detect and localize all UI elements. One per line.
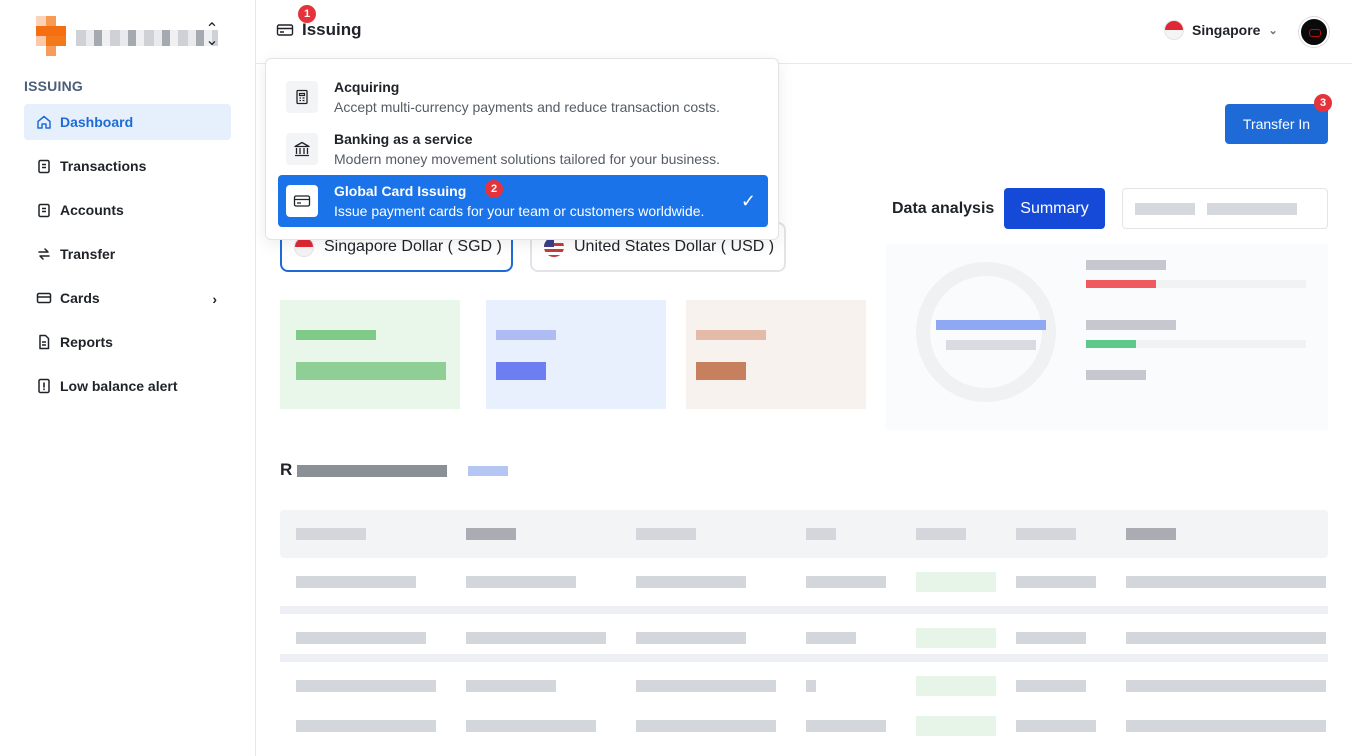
region-selector[interactable]: Singapore ⌄ xyxy=(1164,20,1278,40)
step-badge-2: 2 xyxy=(485,180,503,198)
product-dropdown-menu: Acquiring Accept multi-currency payments… xyxy=(265,58,779,240)
clipboard-icon xyxy=(38,203,50,218)
us-flag-icon xyxy=(544,237,564,257)
recent-transactions-table xyxy=(280,510,1328,750)
region-label: Singapore xyxy=(1192,22,1261,38)
section-label: ISSUING xyxy=(24,78,83,94)
alert-icon xyxy=(38,378,50,394)
workspace-name xyxy=(76,30,218,46)
table-row[interactable] xyxy=(280,606,1328,654)
sidebar-item-label: Transfer xyxy=(60,246,116,262)
bank-icon xyxy=(286,133,318,165)
sidebar-item-low-balance-alert[interactable]: Low balance alert xyxy=(24,368,231,404)
menu-item-description: Accept multi-currency payments and reduc… xyxy=(334,99,720,115)
chevron-updown-icon[interactable]: ⌃ ⌄ xyxy=(204,22,220,49)
singapore-flag-icon xyxy=(294,237,314,257)
product-label: Issuing xyxy=(302,20,362,39)
table-row[interactable] xyxy=(280,702,1328,750)
sidebar: ⌃ ⌄ ISSUING Dashboard Transactions Accoun… xyxy=(0,0,256,756)
donut-chart xyxy=(916,262,1056,402)
card-icon xyxy=(286,185,318,217)
card-icon xyxy=(276,24,294,36)
table-row[interactable] xyxy=(280,558,1328,606)
document-icon xyxy=(39,334,50,350)
card-icon xyxy=(36,292,52,304)
home-icon xyxy=(37,115,51,129)
table-header xyxy=(280,510,1328,558)
menu-item-title: Global Card Issuing xyxy=(334,183,467,199)
data-analysis-label: Data analysis xyxy=(892,200,995,217)
product-switcher[interactable]: Issuing xyxy=(276,20,362,40)
sidebar-item-label: Reports xyxy=(60,334,113,350)
singapore-flag-icon xyxy=(1164,20,1184,40)
sidebar-nav: Dashboard Transactions Accounts Transfer… xyxy=(24,104,231,412)
sidebar-item-transactions[interactable]: Transactions xyxy=(24,148,231,184)
stat-card xyxy=(280,300,460,409)
menu-item-global-card-issuing[interactable]: Global Card Issuing Issue payment cards … xyxy=(278,175,768,227)
sidebar-item-label: Dashboard xyxy=(60,114,134,130)
stat-card xyxy=(686,300,866,409)
sidebar-item-transfer[interactable]: Transfer xyxy=(24,236,231,272)
currency-label: Singapore Dollar ( SGD ) xyxy=(324,238,502,255)
table-row[interactable] xyxy=(280,654,1328,702)
clipboard-icon xyxy=(38,159,50,174)
sidebar-item-label: Transactions xyxy=(60,158,147,174)
calculator-icon xyxy=(286,81,318,113)
menu-item-title: Acquiring xyxy=(334,79,400,95)
sidebar-item-accounts[interactable]: Accounts xyxy=(24,192,231,228)
data-analysis-chart xyxy=(886,244,1328,430)
chevron-right-icon: › xyxy=(212,291,217,307)
menu-item-title: Banking as a service xyxy=(334,131,473,147)
topbar: Issuing 1 Singapore ⌄ xyxy=(256,0,1352,64)
summary-button[interactable]: Summary xyxy=(1004,188,1105,229)
recent-section-title: R xyxy=(280,460,508,480)
sidebar-item-label: Accounts xyxy=(60,202,124,218)
currency-label: United States Dollar ( USD ) xyxy=(574,238,775,255)
sidebar-item-cards[interactable]: Cards › xyxy=(24,280,231,316)
menu-item-description: Issue payment cards for your team or cus… xyxy=(334,203,705,219)
sidebar-item-reports[interactable]: Reports xyxy=(24,324,231,360)
sidebar-item-label: Cards xyxy=(60,290,100,306)
menu-item-banking-as-a-service[interactable]: Banking as a service Modern money moveme… xyxy=(278,123,768,175)
stat-card xyxy=(486,300,666,409)
step-badge-1: 1 xyxy=(298,5,316,23)
sidebar-item-dashboard[interactable]: Dashboard xyxy=(24,104,231,140)
checkmark-icon: ✓ xyxy=(740,191,756,211)
sidebar-item-label: Low balance alert xyxy=(60,378,178,394)
brand-logo xyxy=(36,16,66,56)
chevron-down-icon: ⌄ xyxy=(1268,24,1278,37)
menu-item-acquiring[interactable]: Acquiring Accept multi-currency payments… xyxy=(278,71,768,123)
menu-item-description: Modern money movement solutions tailored… xyxy=(334,151,720,167)
transfer-in-button[interactable]: Transfer In xyxy=(1225,104,1328,144)
transfer-icon xyxy=(38,248,50,260)
workspace-switcher[interactable]: ⌃ ⌄ xyxy=(24,16,224,56)
avatar[interactable] xyxy=(1299,17,1329,47)
step-badge-3: 3 xyxy=(1314,94,1332,112)
date-range-picker[interactable] xyxy=(1122,188,1328,229)
